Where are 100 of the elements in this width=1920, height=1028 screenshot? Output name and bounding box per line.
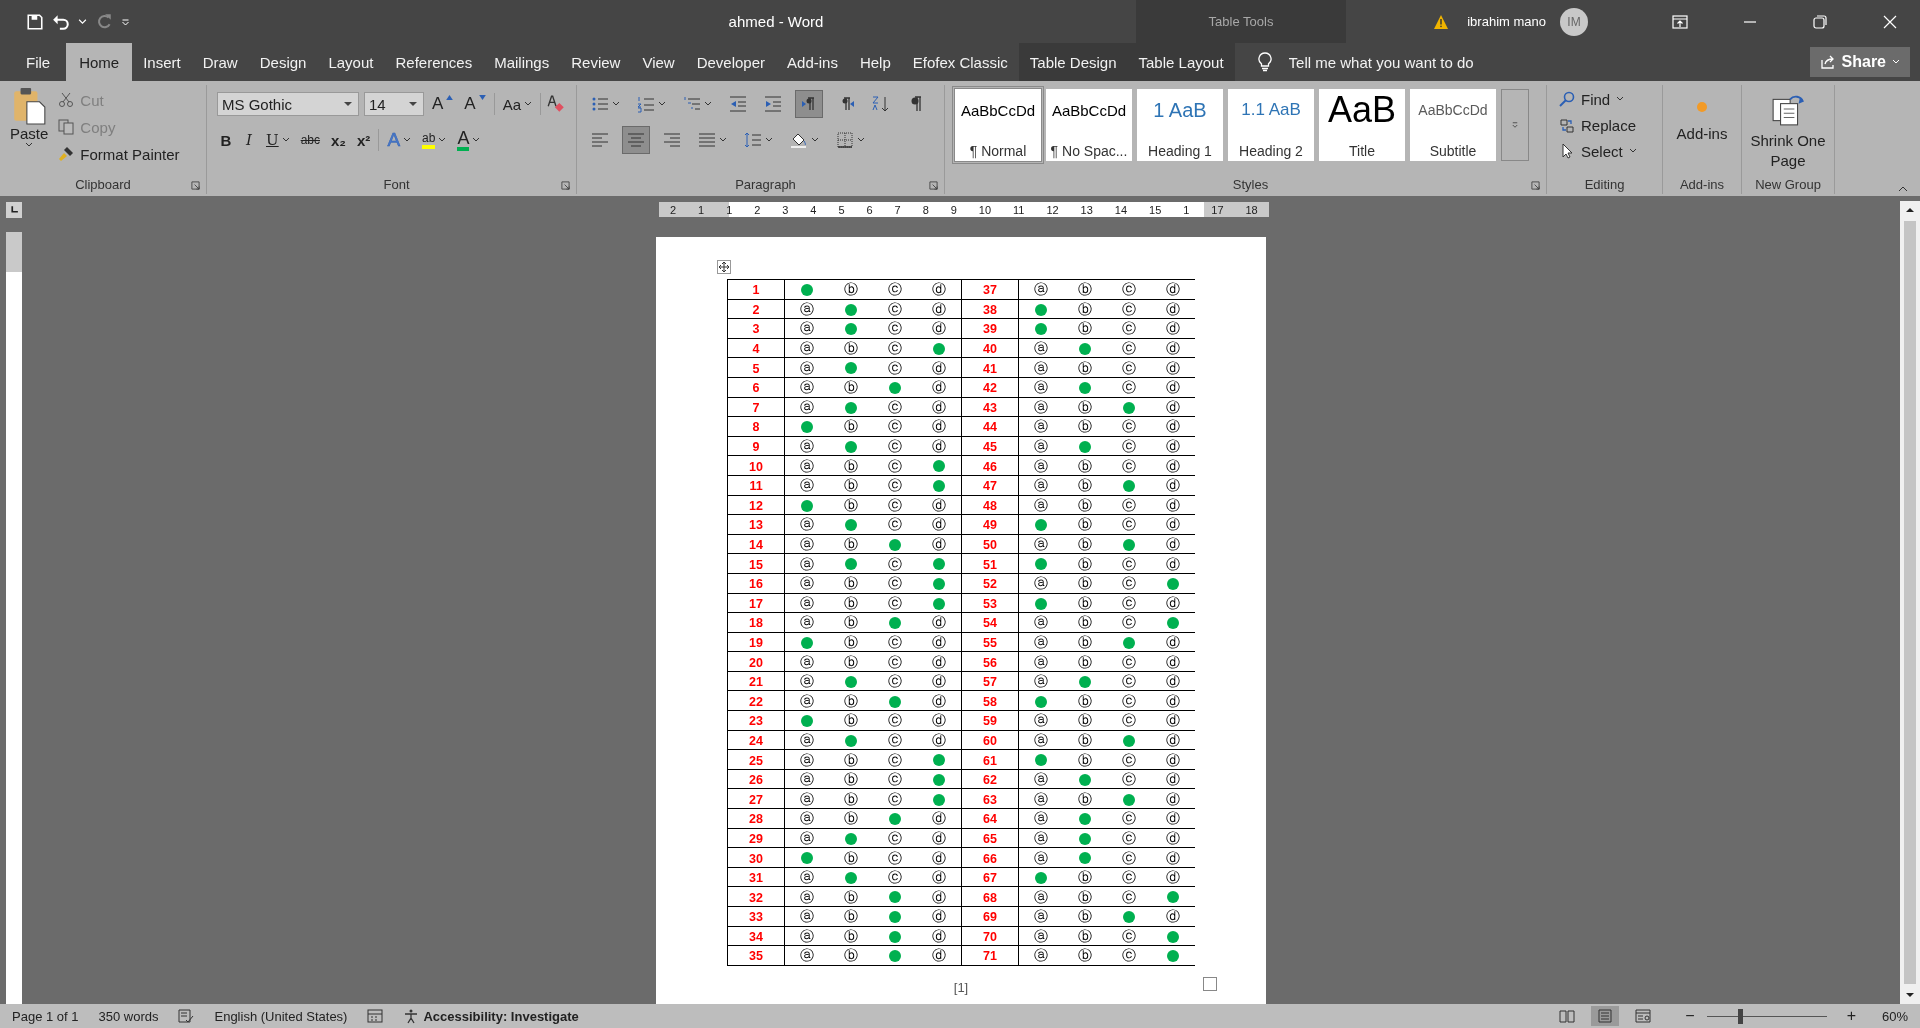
answer-letter: ⓓ xyxy=(1166,398,1180,415)
accessibility-icon[interactable] xyxy=(403,1008,420,1024)
horizontal-ruler[interactable]: 2 1 1 2 3 4 5 6 7 8 9 10 11 12 13 14 15 1 17 18 xyxy=(659,202,1269,217)
answer-letter: ⓐ xyxy=(1034,927,1048,944)
replace-button[interactable]: Replace xyxy=(1559,113,1662,137)
caret-icon xyxy=(658,101,666,107)
launcher-icon[interactable] xyxy=(191,181,200,190)
collapse-ribbon-icon[interactable] xyxy=(1898,186,1908,192)
user-name[interactable]: ibrahim mano xyxy=(1467,14,1546,29)
style-item[interactable]: AaBbCcDd ¶ No Spac... xyxy=(1046,89,1132,161)
painter-button[interactable]: Format Painter xyxy=(58,142,180,166)
font-size-field[interactable]: 14 xyxy=(364,92,424,116)
answer-letter: ⓐ xyxy=(800,653,814,670)
scrollbar[interactable] xyxy=(1900,201,1920,1004)
undo-icon[interactable] xyxy=(52,12,70,31)
answer-letter: ⓑ xyxy=(1078,869,1092,886)
shrink-font-button[interactable]: A xyxy=(461,91,489,117)
ribbon-tab[interactable]: Add-ins xyxy=(776,43,849,81)
scroll-up-icon[interactable] xyxy=(1905,207,1915,213)
highlight-button[interactable]: ab xyxy=(419,127,450,153)
share-button[interactable]: Share xyxy=(1809,47,1910,77)
answer-letter: ⓓ xyxy=(932,516,946,533)
tab-selector[interactable] xyxy=(6,201,22,218)
answer-letter: ⓐ xyxy=(1034,673,1048,690)
ribbon-tab[interactable]: Mailings xyxy=(483,43,561,81)
answer-letter: ⓑ xyxy=(844,751,858,768)
ruler-number: 1 xyxy=(1183,203,1190,216)
user-avatar[interactable]: IM xyxy=(1560,7,1588,36)
bold-button[interactable]: B xyxy=(217,127,235,153)
italic-button[interactable]: I xyxy=(240,127,258,153)
caret-icon[interactable] xyxy=(78,17,87,26)
ribbon-tab[interactable]: Developer xyxy=(685,43,777,81)
ribbon-tab[interactable]: Help xyxy=(848,43,902,81)
ribbon-display-icon[interactable] xyxy=(1672,13,1688,30)
zoom-in-button[interactable]: + xyxy=(1846,1007,1856,1025)
ribbon-tab[interactable]: Table Layout xyxy=(1127,43,1235,81)
shrink-one-page-button[interactable]: Shrink One Page xyxy=(1748,85,1828,174)
ribbon-tab[interactable]: View xyxy=(631,43,686,81)
word-count[interactable]: 350 words xyxy=(98,1008,159,1024)
add-ins-button[interactable]: Add-ins xyxy=(1676,85,1728,174)
change-case-button[interactable]: Aa xyxy=(499,91,536,117)
macro-icon[interactable] xyxy=(367,1008,384,1024)
launcher-icon[interactable] xyxy=(1531,181,1540,190)
print-view-button[interactable] xyxy=(1591,1006,1620,1026)
ribbon-tab[interactable]: File xyxy=(12,43,67,81)
scroll-down-icon[interactable] xyxy=(1905,992,1915,998)
ribbon-tab[interactable]: Review xyxy=(560,43,632,81)
style-item[interactable]: AaBbCcDd ¶ Normal xyxy=(955,89,1041,161)
answer-letter: ⓒ xyxy=(1122,438,1136,455)
ribbon-tab[interactable]: Design xyxy=(248,43,318,81)
table-move-handle-icon[interactable] xyxy=(717,260,731,274)
ribbon-tab[interactable]: References xyxy=(384,43,484,81)
style-item[interactable]: AaB Title xyxy=(1319,89,1405,161)
ltr-button[interactable] xyxy=(795,90,823,118)
paste-button[interactable]: Paste xyxy=(10,85,49,163)
accessibility-status[interactable]: Accessibility: Investigate xyxy=(423,1008,579,1024)
zoom-level[interactable]: 60% xyxy=(1881,1008,1908,1024)
ribbon-tab[interactable]: Insert xyxy=(132,43,192,81)
answer-letter: ⓒ xyxy=(1122,673,1136,690)
customize-caret-icon[interactable] xyxy=(121,17,130,26)
question-number: 60 xyxy=(983,733,997,748)
style-name: ¶ Normal xyxy=(969,143,1027,159)
zoom-out-button[interactable]: − xyxy=(1685,1007,1695,1025)
underline-button[interactable]: U xyxy=(263,127,293,153)
strike-button[interactable]: abc xyxy=(297,127,323,153)
proofing-icon[interactable] xyxy=(178,1008,195,1024)
sub-button[interactable]: x₂ xyxy=(328,127,350,153)
answer-letter: ⓐ xyxy=(800,477,814,494)
warning-icon[interactable] xyxy=(1433,13,1450,30)
restore-icon[interactable] xyxy=(1812,13,1828,30)
question-number: 8 xyxy=(752,420,760,435)
find-button[interactable]: Find xyxy=(1559,87,1662,111)
ribbon-tab[interactable]: Table Design xyxy=(1018,43,1128,81)
launcher-icon[interactable] xyxy=(561,181,570,190)
sup-button[interactable]: x² xyxy=(354,127,374,153)
font-name-field[interactable]: MS Gothic xyxy=(217,92,359,116)
scrollbar-thumb[interactable] xyxy=(1904,221,1916,984)
question-number: 24 xyxy=(749,733,763,748)
table-resize-handle[interactable] xyxy=(1203,977,1217,991)
grow-font-button[interactable]: A xyxy=(429,91,457,117)
answer-letter: ⓐ xyxy=(1034,418,1048,435)
language-status[interactable]: English (United States) xyxy=(214,1008,348,1024)
style-item[interactable]: 1.1 AaB Heading 2 xyxy=(1228,89,1314,161)
answer-letter: ⓐ xyxy=(1034,712,1048,729)
launcher-icon[interactable] xyxy=(929,181,938,190)
font-color-button[interactable]: A xyxy=(454,127,484,153)
save-icon[interactable] xyxy=(26,12,44,31)
style-item[interactable]: AaBbCcDd Subtitle xyxy=(1410,89,1496,161)
ribbon-tab[interactable]: Draw xyxy=(191,43,249,81)
ribbon-tab[interactable]: Layout xyxy=(317,43,385,81)
ribbon-tab[interactable]: Home xyxy=(66,43,133,81)
question-number: 65 xyxy=(983,831,997,846)
tell-me-field[interactable]: Tell me what you want to do xyxy=(1286,52,1551,72)
zoom-slider-thumb[interactable] xyxy=(1738,1008,1744,1024)
select-button[interactable]: Select xyxy=(1559,139,1662,163)
ribbon-tab[interactable]: Efofex Classic xyxy=(901,43,1019,81)
style-item[interactable]: 1 AaB Heading 1 xyxy=(1137,89,1223,161)
eraser-icon[interactable] xyxy=(546,94,567,114)
page-count[interactable]: Page 1 of 1 xyxy=(12,1008,79,1024)
close-icon[interactable] xyxy=(1882,13,1898,30)
